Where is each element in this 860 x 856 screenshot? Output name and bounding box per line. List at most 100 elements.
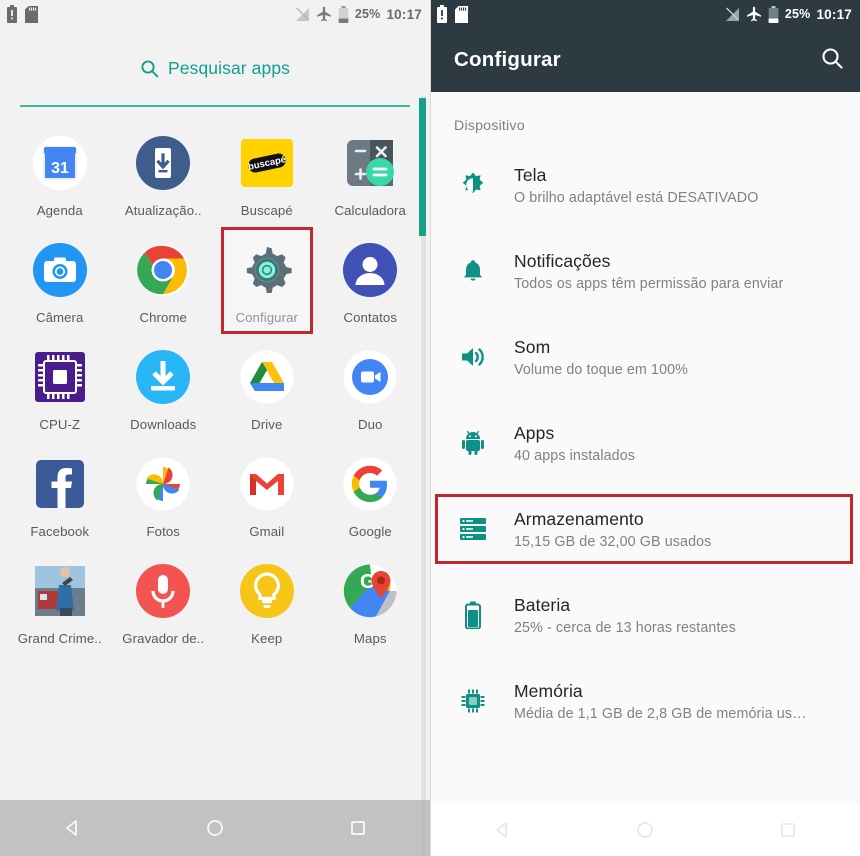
settings-row-title: Som [514,336,551,357]
app-label: Buscapé [240,203,293,218]
back-nav-icon[interactable] [492,820,512,840]
status-bar-left-icons [436,5,468,23]
app-item-maps[interactable]: G Maps [319,555,423,646]
app-grid: 31 Agenda Atualização.. buscapé Buscapé … [0,107,430,646]
app-label: Chrome [139,310,187,325]
app-label: Maps [353,631,387,646]
settings-row-notificacoes[interactable]: Notificações Todos os apps têm permissão… [430,228,860,314]
sd-card-icon [455,5,468,23]
settings-row-text: Notificações Todos os apps têm permissão… [514,251,783,292]
app-item-drive[interactable]: Drive [215,341,319,432]
app-item-keep[interactable]: Keep [215,555,319,646]
app-item-facebook[interactable]: Facebook [8,448,112,539]
dual-screenshot: 25% 10:17 Pesquisar apps 31 Agenda Atual… [0,0,860,856]
calendar-day-number: 31 [51,160,69,177]
home-nav-icon[interactable] [205,818,225,838]
navigation-bar-right [430,804,860,856]
settings-row-subtitle: 40 apps instalados [514,447,636,464]
voice-recorder-icon [133,561,193,621]
settings-row-apps[interactable]: Apps 40 apps instalados [430,400,860,486]
app-item-gmail[interactable]: Gmail [215,448,319,539]
app-item-configurar[interactable]: Configurar [215,227,319,334]
page-title: Configurar [454,48,561,71]
settings-list: Tela O brilho adaptável está DESATIVADO … [430,142,860,744]
settings-row-tela[interactable]: Tela O brilho adaptável está DESATIVADO [430,142,860,228]
cpu-chip-icon [30,347,90,407]
settings-row-subtitle: Todos os apps têm permissão para enviar [514,275,784,292]
battery-icon [456,601,490,629]
app-label: Fotos [146,524,180,539]
battery-icon [338,5,349,23]
app-item-gravador[interactable]: Gravador de.. [112,555,216,646]
app-item-google[interactable]: Google [319,448,423,539]
app-label: Google [348,524,392,539]
settings-row-subtitle: O brilho adaptável está DESATIVADO [514,189,759,206]
no-sim-icon [725,7,739,21]
settings-row-memoria[interactable]: Memória Média de 1,1 GB de 2,8 GB de mem… [430,658,860,744]
camera-icon [30,240,90,300]
app-label: Câmera [35,310,84,325]
recents-nav-icon[interactable] [348,818,368,838]
app-label: Keep [251,631,283,646]
app-label: Atualização.. [124,203,202,218]
home-nav-icon[interactable] [635,820,655,840]
back-nav-icon[interactable] [62,818,82,838]
google-drive-icon [237,347,297,407]
app-item-camera[interactable]: Câmera [8,234,112,325]
memory-chip-icon [456,688,490,714]
search-icon[interactable] [820,46,844,75]
app-item-calculadora[interactable]: Calculadora [319,127,423,218]
search-icon [141,59,159,77]
app-item-atualizacao[interactable]: Atualização.. [112,127,216,218]
settings-row-title: Tela [514,164,547,185]
settings-row-som[interactable]: Som Volume do toque em 100% [430,314,860,400]
app-label: Agenda [36,203,83,218]
app-label: Configurar [235,310,299,325]
status-bar-right: 25% 10:17 [430,0,860,28]
app-item-grand-crime[interactable]: Grand Crime.. [8,555,112,646]
app-label: Grand Crime.. [17,631,102,646]
settings-row-subtitle: 15,15 GB de 32,00 GB usados [514,533,712,550]
battery-alert-icon [7,5,17,23]
settings-row-text: Tela O brilho adaptável está DESATIVADO [514,165,758,206]
settings-panel: 25% 10:17 Configurar Dispositivo Tela O … [430,0,860,856]
download-icon [133,347,193,407]
system-update-icon [133,133,193,193]
app-item-downloads[interactable]: Downloads [112,341,216,432]
settings-row-text: Memória Média de 1,1 GB de 2,8 GB de mem… [514,681,806,722]
status-bar-left-icons [6,5,38,23]
app-label: Duo [358,417,383,432]
app-item-buscape[interactable]: buscapé Buscapé [215,127,319,218]
app-item-fotos[interactable]: Fotos [112,448,216,539]
android-robot-icon [456,430,490,456]
recents-nav-icon[interactable] [778,820,798,840]
settings-gear-icon [237,240,297,300]
settings-row-title: Bateria [514,594,571,615]
app-item-cpu-z[interactable]: CPU-Z [8,341,112,432]
app-label: Drive [251,417,283,432]
search-apps-bar[interactable]: Pesquisar apps [0,40,430,96]
battery-alert-icon [437,5,447,23]
calendar-icon: 31 [30,133,90,193]
google-maps-icon: G [340,561,400,621]
app-item-agenda[interactable]: 31 Agenda [8,127,112,218]
app-item-contatos[interactable]: Contatos [319,234,423,325]
section-header-dispositivo: Dispositivo [454,118,525,134]
no-sim-icon [295,7,309,21]
app-label: Facebook [30,524,90,539]
battery-percent-label: 25% [784,7,811,21]
settings-row-title: Armazenamento [514,508,644,529]
settings-row-text: Bateria 25% - cerca de 13 horas restante… [514,595,736,636]
app-label: Gravador de.. [122,631,205,646]
panel-divider [430,0,431,856]
settings-row-armazenamento[interactable]: Armazenamento 15,15 GB de 32,00 GB usado… [430,486,860,572]
settings-row-title: Apps [514,422,555,443]
grand-crime-game-icon [30,561,90,621]
settings-row-bateria[interactable]: Bateria 25% - cerca de 13 horas restante… [430,572,860,658]
app-item-chrome[interactable]: Chrome [112,234,216,325]
battery-percent-label: 25% [354,7,381,21]
storage-icon [456,516,490,542]
chrome-icon [133,240,193,300]
google-icon [340,454,400,514]
app-item-duo[interactable]: Duo [319,341,423,432]
